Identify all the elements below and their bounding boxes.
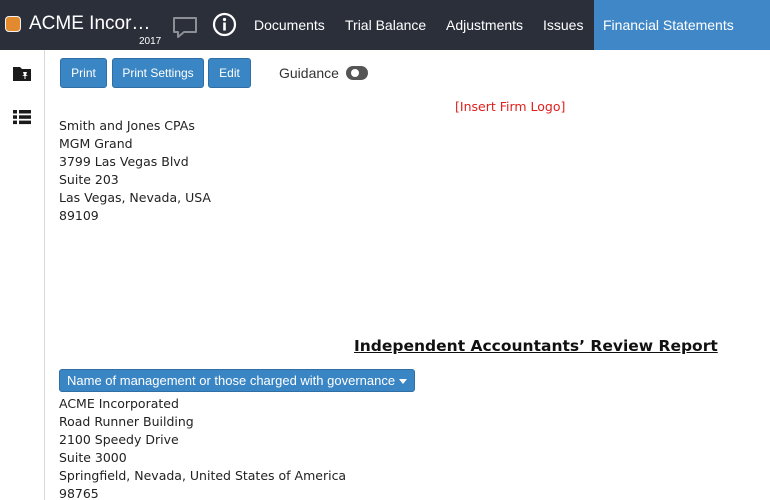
- folder-pin-icon[interactable]: [12, 64, 32, 82]
- client-address-line: ACME Incorporated: [59, 396, 179, 411]
- client-address-line: Springfield, Nevada, United States of Am…: [59, 468, 347, 483]
- info-circle-icon[interactable]: [212, 12, 237, 37]
- client-address-line: Suite 3000: [59, 450, 127, 465]
- print-settings-button[interactable]: Print Settings: [112, 58, 204, 88]
- caret-down-icon: [399, 379, 408, 385]
- engagement-year: 2017: [139, 36, 162, 47]
- report-title: Independent Accountants’ Review Report: [354, 337, 718, 355]
- firm-address-line: 3799 Las Vegas Blvd: [59, 154, 189, 169]
- addressee-dropdown-label: Name of management or those charged with…: [67, 373, 396, 388]
- tab-documents[interactable]: Documents: [244, 0, 335, 50]
- list-icon[interactable]: [12, 108, 32, 126]
- edit-button[interactable]: Edit: [208, 58, 251, 88]
- print-button[interactable]: Print: [60, 58, 107, 88]
- firm-address-line: Las Vegas, Nevada, USA: [59, 190, 211, 205]
- firm-address-line: MGM Grand: [59, 136, 133, 151]
- app-status-dot: [5, 16, 21, 32]
- firm-address-line: Smith and Jones CPAs: [59, 118, 195, 133]
- toggle-knob: [351, 69, 359, 77]
- firm-address-line: 89109: [59, 208, 99, 223]
- speech-bubble-icon[interactable]: [172, 16, 198, 40]
- client-address-line: Road Runner Building: [59, 414, 194, 429]
- client-address-block: ACME Incorporated Road Runner Building 2…: [59, 395, 346, 500]
- tab-financial-statements[interactable]: Financial Statements: [594, 0, 770, 50]
- tab-issues[interactable]: Issues: [533, 0, 593, 50]
- firm-logo-placeholder: [Insert Firm Logo]: [455, 99, 566, 114]
- guidance-label: Guidance: [279, 65, 339, 81]
- tab-trial-balance[interactable]: Trial Balance: [335, 0, 436, 50]
- addressee-dropdown[interactable]: Name of management or those charged with…: [59, 369, 416, 392]
- app-title[interactable]: ACME Incor…: [29, 13, 150, 35]
- guidance-toggle[interactable]: [346, 66, 368, 80]
- client-address-line: 98765: [59, 486, 99, 500]
- firm-address-block: Smith and Jones CPAs MGM Grand 3799 Las …: [59, 117, 211, 225]
- client-address-line: 2100 Speedy Drive: [59, 432, 179, 447]
- left-rail: [0, 50, 45, 500]
- top-nav-bar: ACME Incor… 2017 Documents Trial Balance…: [0, 0, 770, 50]
- tab-adjustments[interactable]: Adjustments: [436, 0, 533, 50]
- firm-address-line: Suite 203: [59, 172, 119, 187]
